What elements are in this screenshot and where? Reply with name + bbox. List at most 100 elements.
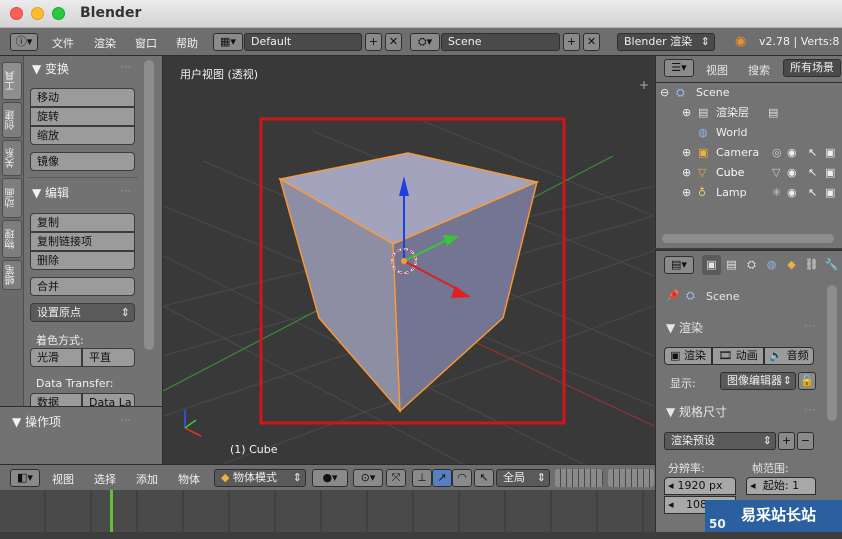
layer-buttons-group-1[interactable] [555,469,603,487]
close-window-button[interactable] [10,7,23,20]
render-engine-select[interactable]: Blender 渲染 ⇕ [617,33,715,51]
outliner-scrollbar[interactable] [662,234,834,243]
render-panel-header[interactable]: ▼ 渲染 [666,319,703,336]
scale-manipulator-icon[interactable]: ◠ [452,469,472,487]
render-camera-icon[interactable]: ▣ [825,163,835,183]
translate-manipulator-icon[interactable]: ⊥ [412,469,432,487]
visibility-eye-icon[interactable]: ◉ [787,163,797,183]
lock-icon[interactable]: 🔓 [798,372,816,390]
drag-handle-icon[interactable]: ⋯ [120,413,131,426]
drag-handle-icon[interactable]: ⋯ [804,403,815,416]
move-button[interactable]: 移动 [30,88,135,107]
expand-icon[interactable]: ⊕ [682,183,691,203]
decrement-icon[interactable]: ◂ [750,478,756,494]
delete-button[interactable]: 删除 [30,251,135,270]
select-cursor-icon[interactable]: ↖ [808,183,817,203]
rotate-button[interactable]: 旋转 [30,107,135,126]
shade-smooth-button[interactable]: 光滑 [30,348,82,367]
render-audio-button[interactable]: 🔈 音频 [764,347,814,365]
tool-shelf-scrollbar[interactable] [144,60,154,350]
manipulator-space-icon[interactable]: ↖ [474,469,494,487]
scale-button[interactable]: 缩放 [30,126,135,145]
menu-file[interactable]: 文件 [52,35,74,51]
frame-start-field[interactable]: ◂ 起始: 1 [746,477,816,495]
outliner-row-lamp[interactable]: ⊕ ♁ Lamp ✳ ◉ ↖ ▣ [656,183,836,203]
outliner-row-world[interactable]: ◍ World [656,123,836,143]
tab-tools[interactable]: 工具 [2,62,22,100]
select-menu[interactable]: 选择 [94,471,116,487]
view-menu[interactable]: 视图 [52,471,74,487]
expand-icon[interactable]: ⊕ [682,103,691,123]
timeline[interactable] [0,490,655,532]
delete-screen-icon[interactable]: ✕ [385,33,402,51]
properties-scrollbar[interactable] [827,285,837,421]
cube-object[interactable] [278,152,540,413]
add-menu[interactable]: 添加 [136,471,158,487]
add-scene-icon[interactable]: + [563,33,580,51]
decrement-icon[interactable]: ◂ [668,478,674,494]
viewport-canvas[interactable] [163,56,654,464]
scene-tab-icon[interactable]: ⛭ [742,255,761,275]
layer-buttons-group-2[interactable] [608,469,654,487]
outliner-row-render-layers[interactable]: ⊕ ▤ 渲染层 ▤ [656,103,836,123]
operator-panel-header[interactable]: ▼ 操作项 [12,413,61,430]
expand-icon[interactable]: ⊕ [682,163,691,183]
tab-physics[interactable]: 物理 [2,220,22,258]
tab-grease-pencil[interactable]: 蜡笔 [2,260,22,290]
constraints-tab-icon[interactable]: ⛓ [802,255,821,275]
drag-handle-icon[interactable]: ⋯ [120,60,131,73]
zoom-window-button[interactable] [52,7,65,20]
render-image-button[interactable]: ▣ 渲染 [664,347,712,365]
tab-relations[interactable]: 关系 [2,140,22,176]
expand-icon[interactable]: ⊕ [682,143,691,163]
outliner-editor-type-icon[interactable]: ☰▾ [664,59,694,77]
visibility-eye-icon[interactable]: ◉ [787,183,797,203]
remove-preset-icon[interactable]: − [797,432,814,450]
delete-scene-icon[interactable]: ✕ [583,33,600,51]
editor-type-info-icon[interactable]: ⓘ▾ [10,33,38,51]
add-region-icon[interactable]: + [639,78,649,92]
current-frame-marker[interactable] [110,490,113,532]
menu-render[interactable]: 渲染 [94,35,116,51]
manipulator-toggle-icon[interactable]: ⤧ [386,469,406,487]
render-presets-select[interactable]: 渲染预设 ⇕ [664,432,776,450]
outliner-row-camera[interactable]: ⊕ ▣ Camera ◎ ◉ ↖ ▣ [656,143,836,163]
mirror-button[interactable]: 镜像 [30,152,135,171]
3d-viewport[interactable]: 用户视图 (透视) (1) Cube + [163,56,654,464]
duplicate-linked-button[interactable]: 复制链接项 [30,232,135,251]
minimize-window-button[interactable] [31,7,44,20]
scene-icon[interactable]: ⛭▾ [410,33,440,51]
properties-editor-type-icon[interactable]: ▤▾ [664,256,694,274]
render-layers-tab-icon[interactable]: ▤ [722,255,741,275]
transform-panel-header[interactable]: ▼ 变换 [32,60,69,77]
menu-window[interactable]: 窗口 [135,35,157,51]
viewport-editor-type-icon[interactable]: ◧▾ [10,469,40,487]
display-mode-select[interactable]: 图像编辑器 ⇕ [720,372,796,390]
world-tab-icon[interactable]: ◍ [762,255,781,275]
add-preset-icon[interactable]: + [778,432,795,450]
dimensions-panel-header[interactable]: ▼ 规格尺寸 [666,403,727,420]
interaction-mode-select[interactable]: ◆ 物体模式 ⇕ [214,469,306,487]
rotate-manipulator-icon[interactable]: ↗ [432,469,452,487]
tab-create[interactable]: 创建 [2,102,22,138]
screen-layout-icon[interactable]: ▦▾ [213,33,243,51]
pin-icon[interactable]: 📌 [666,289,680,302]
outliner-row-scene[interactable]: ⊖ ⛭ Scene [656,83,836,103]
visibility-eye-icon[interactable]: ◉ [787,143,797,163]
select-cursor-icon[interactable]: ↖ [808,163,817,183]
render-camera-icon[interactable]: ▣ [825,143,835,163]
viewport-shading-icon[interactable]: ●▾ [312,469,348,487]
render-tab-icon[interactable]: ▣ [702,255,721,275]
scene-field[interactable]: Scene [441,33,560,51]
collapse-icon[interactable]: ⊖ [660,83,669,103]
outliner-search-menu[interactable]: 搜索 [748,62,770,78]
drag-handle-icon[interactable]: ⋯ [804,319,815,332]
render-animation-button[interactable]: 🎞 动画 [712,347,764,365]
add-screen-icon[interactable]: + [365,33,382,51]
edit-panel-header[interactable]: ▼ 编辑 [32,184,69,201]
outliner-row-cube[interactable]: ⊕ ▽ Cube ▽ ◉ ↖ ▣ [656,163,836,183]
set-origin-select[interactable]: 设置原点 ⇕ [30,303,135,322]
render-camera-icon[interactable]: ▣ [825,183,835,203]
decrement-icon[interactable]: ◂ [668,497,674,513]
drag-handle-icon[interactable]: ⋯ [120,184,131,197]
